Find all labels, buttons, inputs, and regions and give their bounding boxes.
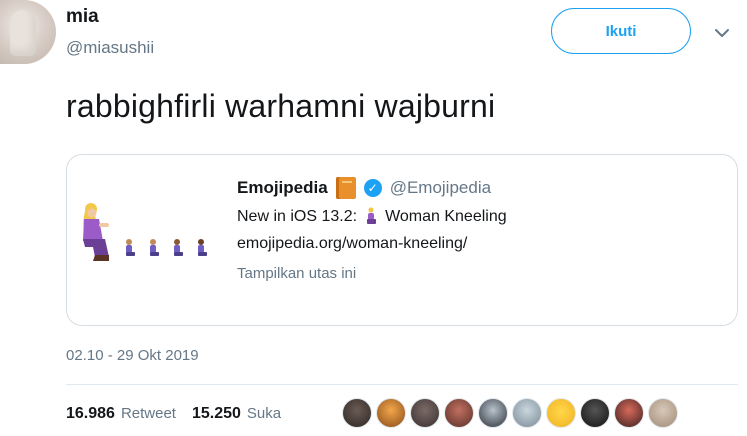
- retweet-label[interactable]: Retweet: [121, 405, 176, 422]
- liker-avatar[interactable]: [580, 398, 610, 428]
- liker-avatar[interactable]: [512, 398, 542, 428]
- liker-avatar[interactable]: [546, 398, 576, 428]
- quoted-tweet-card[interactable]: Emojipedia ✓ @Emojipedia New in iOS 13.2…: [66, 154, 738, 326]
- divider: [66, 384, 738, 385]
- chevron-down-icon[interactable]: [714, 28, 730, 38]
- follow-button[interactable]: Ikuti: [551, 8, 691, 54]
- quoted-text-line: New in iOS 13.2: Woman Kneeling: [237, 207, 507, 227]
- author-avatar[interactable]: [0, 0, 56, 64]
- tweet-stats: 16.986 Retweet 15.250 Suka: [66, 405, 291, 423]
- small-kneeling-figures: [126, 239, 207, 256]
- quoted-author-handle: @Emojipedia: [389, 178, 492, 197]
- woman-kneeling-emoji-icon: [367, 207, 377, 224]
- liker-avatar[interactable]: [342, 398, 372, 428]
- liker-avatar[interactable]: [478, 398, 508, 428]
- like-count[interactable]: 15.250: [192, 405, 241, 423]
- tweet-timestamp[interactable]: 02.10 - 29 Okt 2019: [66, 347, 199, 364]
- quoted-link[interactable]: emojipedia.org/woman-kneeling/: [237, 235, 467, 253]
- quoted-text-prefix: New in iOS 13.2:: [237, 208, 358, 225]
- liker-avatar[interactable]: [376, 398, 406, 428]
- liker-avatar[interactable]: [444, 398, 474, 428]
- quoted-author[interactable]: Emojipedia ✓ @Emojipedia: [237, 177, 491, 199]
- verified-badge-icon: ✓: [363, 179, 382, 197]
- liker-avatar[interactable]: [614, 398, 644, 428]
- quoted-text-suffix: Woman Kneeling: [385, 208, 507, 225]
- liker-avatars: [342, 398, 678, 428]
- show-thread-link[interactable]: Tampilkan utas ini: [237, 265, 356, 282]
- quoted-author-name: Emojipedia: [237, 178, 328, 197]
- book-emoji-icon: [335, 177, 356, 199]
- avatar-figure: [10, 10, 36, 56]
- woman-kneeling-emoji-row-image: [83, 203, 207, 261]
- author-name[interactable]: mia: [66, 6, 99, 28]
- retweet-count[interactable]: 16.986: [66, 405, 115, 423]
- large-kneeling-figure: [83, 203, 109, 261]
- author-handle[interactable]: @miasushii: [66, 38, 154, 58]
- liker-avatar[interactable]: [410, 398, 440, 428]
- liker-avatar[interactable]: [648, 398, 678, 428]
- like-label[interactable]: Suka: [247, 405, 281, 422]
- tweet-text: rabbighfirli warhamni wajburni: [66, 88, 496, 124]
